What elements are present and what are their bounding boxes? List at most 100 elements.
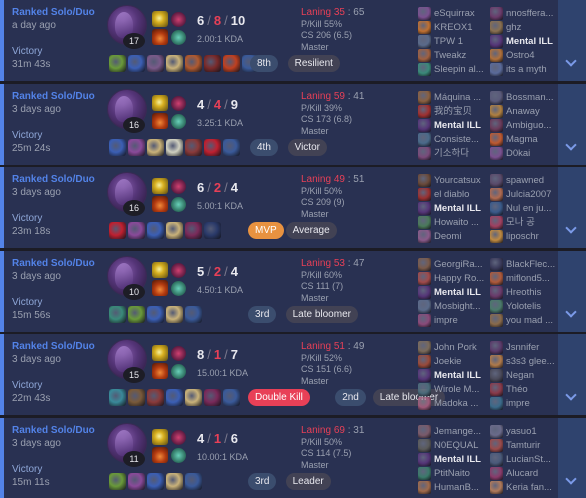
player-name[interactable]: ghz bbox=[506, 22, 521, 33]
item-icon[interactable] bbox=[185, 389, 202, 406]
player-row[interactable]: Julcia2007 bbox=[490, 188, 560, 202]
flash-spell-icon[interactable] bbox=[152, 429, 168, 445]
player-row[interactable]: Consiste... bbox=[418, 133, 488, 147]
player-row[interactable]: Mental ILL bbox=[418, 202, 488, 216]
player-name[interactable]: you mad ... bbox=[506, 315, 553, 326]
player-name[interactable]: s3s3 glee... bbox=[506, 356, 555, 367]
player-row[interactable]: N0EQUAL bbox=[418, 439, 488, 453]
player-name[interactable]: GeorgiRa... bbox=[434, 259, 483, 270]
item-icon[interactable] bbox=[128, 306, 145, 323]
player-name[interactable]: Mental ILL bbox=[434, 203, 481, 214]
item-icon[interactable] bbox=[147, 473, 164, 490]
secondary-rune-icon[interactable] bbox=[171, 364, 186, 379]
player-name[interactable]: Tamturir bbox=[506, 440, 540, 451]
player-row[interactable]: s3s3 glee... bbox=[490, 355, 560, 369]
flash-spell-icon[interactable] bbox=[152, 262, 168, 278]
player-name[interactable]: Alucard bbox=[506, 468, 538, 479]
player-name[interactable]: Mental ILL bbox=[434, 370, 481, 381]
player-row[interactable]: you mad ... bbox=[490, 314, 560, 328]
player-name[interactable]: John Pork bbox=[434, 342, 477, 353]
player-row[interactable]: Bossman... bbox=[490, 91, 560, 105]
player-name[interactable]: N0EQUAL bbox=[434, 440, 478, 451]
player-row[interactable]: Jsnnifer bbox=[490, 341, 560, 355]
player-row[interactable]: Tamturir bbox=[490, 439, 560, 453]
item-icon[interactable] bbox=[204, 55, 221, 72]
match-card[interactable]: Ranked Solo/Duo a day ago Victory 31m 43s 17… bbox=[0, 0, 586, 81]
item-icon[interactable] bbox=[185, 306, 202, 323]
item-icon[interactable] bbox=[147, 389, 164, 406]
player-row[interactable]: PtitNaito bbox=[418, 467, 488, 481]
player-name[interactable]: Mosbight... bbox=[434, 301, 480, 312]
player-name[interactable]: HumanB... bbox=[434, 482, 479, 493]
player-name[interactable]: Madoka ... bbox=[434, 398, 478, 409]
player-name[interactable]: impre bbox=[506, 398, 530, 409]
match-card[interactable]: Ranked Solo/Duo 3 days ago Victory 25m 24s 1… bbox=[0, 84, 586, 165]
secondary-rune-icon[interactable] bbox=[171, 448, 186, 463]
item-icon[interactable] bbox=[128, 473, 145, 490]
player-name[interactable]: Yourcatsux bbox=[434, 175, 481, 186]
player-row[interactable]: nnosffera... bbox=[490, 7, 560, 21]
player-name[interactable]: Nul en ju... bbox=[506, 203, 551, 214]
item-icon[interactable] bbox=[109, 222, 126, 239]
player-name[interactable]: Wirole M... bbox=[434, 384, 479, 395]
player-name[interactable]: Jsnnifer bbox=[506, 342, 539, 353]
player-row[interactable]: ghz bbox=[490, 21, 560, 35]
player-row[interactable]: KREOX1 bbox=[418, 21, 488, 35]
player-row[interactable]: Negan bbox=[490, 369, 560, 383]
player-name[interactable]: Máquina ... bbox=[434, 92, 481, 103]
ignite-spell-icon[interactable] bbox=[152, 363, 168, 379]
ignite-spell-icon[interactable] bbox=[152, 447, 168, 463]
player-row[interactable]: GeorgiRa... bbox=[418, 258, 488, 272]
item-icon[interactable] bbox=[166, 55, 183, 72]
item-icon[interactable] bbox=[109, 389, 126, 406]
player-row[interactable]: BlackFlec... bbox=[490, 258, 560, 272]
item-icon[interactable] bbox=[128, 55, 145, 72]
player-row[interactable]: Jemange... bbox=[418, 425, 488, 439]
player-name[interactable]: spawned bbox=[506, 175, 544, 186]
player-name[interactable]: Ostro4 bbox=[506, 50, 535, 61]
player-name[interactable]: D0kai bbox=[506, 148, 530, 159]
player-row[interactable]: Anaway bbox=[490, 105, 560, 119]
player-row[interactable]: impre bbox=[490, 397, 560, 411]
player-row[interactable]: Ostro4 bbox=[490, 49, 560, 63]
ignite-spell-icon[interactable] bbox=[152, 196, 168, 212]
player-name[interactable]: eSquirrax bbox=[434, 8, 475, 19]
player-row[interactable]: Sleepin al... bbox=[418, 63, 488, 77]
player-name[interactable]: Jemange... bbox=[434, 426, 481, 437]
player-name[interactable]: miflond5... bbox=[506, 273, 550, 284]
player-name[interactable]: Julcia2007 bbox=[506, 189, 551, 200]
player-row[interactable]: Nul en ju... bbox=[490, 202, 560, 216]
item-icon[interactable] bbox=[128, 222, 145, 239]
player-name[interactable]: Ambiguo... bbox=[506, 120, 551, 131]
item-icon[interactable] bbox=[166, 473, 183, 490]
keystone-rune-icon[interactable] bbox=[171, 96, 186, 111]
player-name[interactable]: LucianSt... bbox=[506, 454, 551, 465]
player-row[interactable]: miflond5... bbox=[490, 272, 560, 286]
player-row[interactable]: Wirole M... bbox=[418, 383, 488, 397]
player-row[interactable]: 我的宝贝 bbox=[418, 105, 488, 119]
player-row[interactable]: Joekie bbox=[418, 355, 488, 369]
expand-match-button[interactable] bbox=[558, 334, 586, 415]
item-icon[interactable] bbox=[223, 55, 240, 72]
player-name[interactable]: Mental ILL bbox=[434, 120, 481, 131]
item-icon[interactable] bbox=[128, 139, 145, 156]
keystone-rune-icon[interactable] bbox=[171, 179, 186, 194]
item-icon[interactable] bbox=[223, 389, 240, 406]
player-name[interactable]: Tweakz bbox=[434, 50, 466, 61]
match-card[interactable]: Ranked Solo/Duo 3 days ago Victory 23m 18s 1… bbox=[0, 167, 586, 248]
item-icon[interactable] bbox=[204, 222, 221, 239]
player-row[interactable]: Mental ILL bbox=[418, 286, 488, 300]
player-row[interactable]: Ambiguo... bbox=[490, 119, 560, 133]
player-row[interactable]: yasuo1 bbox=[490, 425, 560, 439]
expand-match-button[interactable] bbox=[558, 251, 586, 332]
player-name[interactable]: PtitNaito bbox=[434, 468, 470, 479]
player-name[interactable]: yasuo1 bbox=[506, 426, 537, 437]
item-icon[interactable] bbox=[185, 473, 202, 490]
secondary-rune-icon[interactable] bbox=[171, 281, 186, 296]
player-row[interactable]: el diablo bbox=[418, 188, 488, 202]
player-row[interactable]: Yolotelis bbox=[490, 300, 560, 314]
secondary-rune-icon[interactable] bbox=[171, 197, 186, 212]
item-icon[interactable] bbox=[147, 55, 164, 72]
player-name[interactable]: Mental ILL bbox=[434, 287, 481, 298]
player-row[interactable]: impre bbox=[418, 314, 488, 328]
